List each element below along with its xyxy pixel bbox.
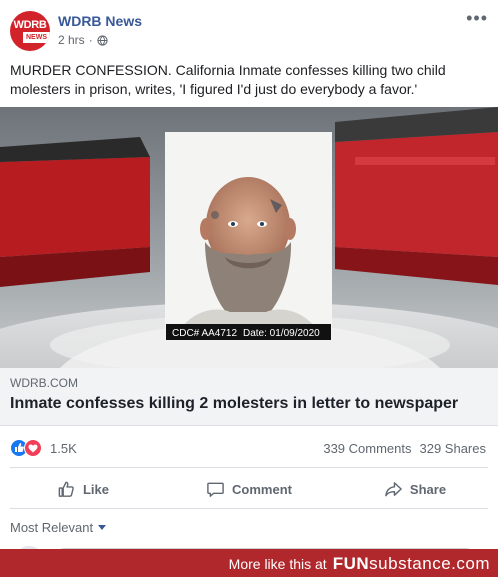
link-preview-meta[interactable]: WDRB.COM Inmate confesses killing 2 mole… [0,368,498,426]
love-reaction-icon [24,439,42,457]
share-count[interactable]: 329 Shares [420,441,487,456]
news-studio-photo: CDC# AA4712 Date: 01/09/2020 [0,107,498,368]
meta-separator: · [88,33,93,47]
reaction-icons[interactable] [10,439,46,457]
thumbs-up-icon [58,481,74,497]
watermark-content: More like this at FUNsubstance.com [229,554,490,574]
post-meta: 2 hrs · [58,33,108,47]
watermark-brand-bold: FUN [332,554,370,573]
more-options-icon[interactable]: ••• [466,8,488,29]
page-avatar[interactable]: WDRB NEWS [10,11,50,51]
comment-button[interactable]: Comment [166,474,332,504]
watermark-banner: More like this at FUNsubstance.com [0,549,498,577]
mugshot-caption-date: Date: 01/09/2020 [243,328,320,339]
share-arrow-icon [385,481,402,496]
avatar-logo-top: WDRB [13,19,47,31]
reaction-count[interactable]: 1.5K [50,441,77,456]
share-button[interactable]: Share [332,474,498,504]
watermark-brand-rest: substance.com [369,554,490,573]
engagement-counts: 339 Comments 329 Shares [323,441,486,456]
divider [10,508,488,509]
divider [10,467,488,468]
comment-sort-label: Most Relevant [10,520,94,535]
watermark-brand[interactable]: FUNsubstance.com [333,554,490,574]
post-timestamp[interactable]: 2 hrs [58,33,85,47]
link-preview-image[interactable]: CDC# AA4712 Date: 01/09/2020 [0,107,498,368]
globe-icon [97,34,108,46]
comment-sort-dropdown[interactable]: Most Relevant [10,520,107,535]
avatar-logo-bottom: NEWS [23,32,50,43]
like-button[interactable]: Like [0,474,166,504]
share-label: Share [409,481,447,497]
mugshot-caption-id: CDC# AA4712 [172,328,237,339]
chevron-down-icon [98,525,107,530]
watermark-text: More like this at [228,556,327,572]
like-label: Like [82,481,109,497]
post-text: MURDER CONFESSION. California Inmate con… [10,62,446,97]
post-header: WDRB NEWS WDRB News 2 hrs · ••• [0,0,498,58]
page-name-link[interactable]: WDRB News [58,13,142,29]
reactions-bar: 1.5K 339 Comments 329 Shares [0,435,498,461]
link-headline[interactable]: Inmate confesses killing 2 molesters in … [10,395,458,413]
comment-icon [207,482,224,497]
comment-label: Comment [232,481,292,497]
comment-count[interactable]: 339 Comments [323,441,411,456]
post-actions: Like Comment Share [0,474,498,504]
link-domain: WDRB.COM [10,376,78,390]
